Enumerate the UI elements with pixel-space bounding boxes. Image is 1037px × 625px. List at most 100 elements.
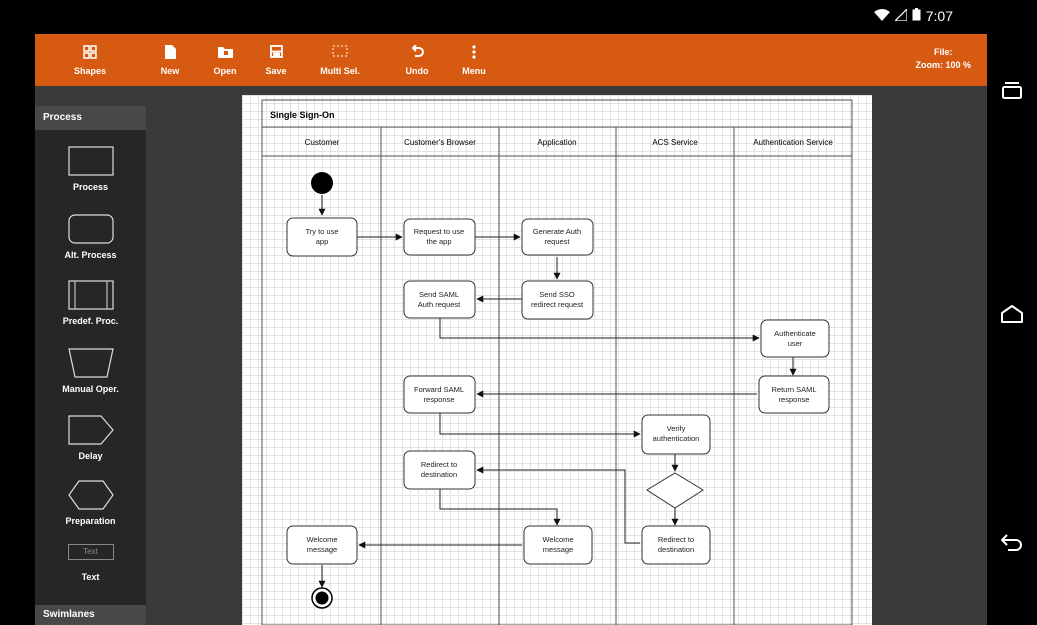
- folder-icon: [217, 45, 233, 61]
- node-label: response: [424, 395, 455, 404]
- signal-icon: [893, 7, 908, 24]
- end-node-inner: [315, 591, 329, 605]
- tablet-frame: 7:07 Shapes New Open Save Multi Sel. Und…: [0, 0, 1037, 625]
- section-header-process[interactable]: Process: [35, 106, 146, 130]
- open-button-label: Open: [213, 65, 237, 76]
- node-label: message: [543, 545, 573, 554]
- status-icons: 7:07: [873, 7, 953, 24]
- status-bar: 7:07: [35, 0, 987, 34]
- shape-alt-process[interactable]: Alt. Process: [35, 214, 146, 260]
- new-button[interactable]: New: [156, 34, 184, 86]
- alt-process-shape-icon: [67, 214, 114, 244]
- node-label: user: [788, 339, 803, 348]
- status-time: 7:07: [925, 8, 953, 24]
- shape-preparation[interactable]: Preparation: [35, 480, 146, 526]
- node-label: redirect request: [531, 300, 584, 309]
- lane-header-acs[interactable]: ACS Service: [652, 138, 698, 147]
- home-button[interactable]: [987, 304, 1037, 324]
- dashed-selection-icon: [332, 45, 348, 61]
- shape-label: Preparation: [65, 516, 116, 526]
- undo-button[interactable]: Undo: [401, 34, 433, 86]
- section-header-swimlanes[interactable]: Swimlanes: [35, 605, 146, 625]
- shape-predefined-process[interactable]: Predef. Proc.: [35, 280, 146, 326]
- undo-button-label: Undo: [405, 65, 429, 76]
- node-label: Try to use: [305, 227, 338, 236]
- process-shape-icon: [67, 146, 114, 176]
- decision-node[interactable]: [646, 472, 704, 509]
- start-node[interactable]: [311, 172, 333, 194]
- text-shape-icon: Text: [67, 544, 114, 560]
- menu-button-label: Menu: [462, 65, 486, 76]
- wifi-icon: [873, 8, 890, 24]
- node-label: request: [544, 237, 570, 246]
- app-screen: 7:07 Shapes New Open Save Multi Sel. Und…: [35, 0, 987, 625]
- menu-button[interactable]: Menu: [457, 34, 491, 86]
- predefined-process-shape-icon: [67, 280, 114, 310]
- diagram-canvas[interactable]: Single Sign-On Customer Customer's Brows…: [242, 95, 872, 625]
- node-label: Generate Auth: [533, 227, 581, 236]
- open-button[interactable]: Open: [209, 34, 241, 86]
- file-label: File:: [933, 47, 953, 57]
- save-button[interactable]: Save: [260, 34, 292, 86]
- shapes-button-label: Shapes: [73, 65, 106, 76]
- node-label: Request to use: [414, 227, 464, 236]
- file-info: File: Zoom: 100 %: [915, 46, 971, 72]
- recent-apps-button[interactable]: [987, 80, 1037, 102]
- new-file-icon: [164, 44, 176, 61]
- grid-icon: [83, 44, 97, 61]
- shape-label: Predef. Proc.: [62, 316, 119, 326]
- lane-header-customer[interactable]: Customer: [305, 138, 340, 147]
- node-label: Forward SAML: [414, 385, 464, 394]
- back-button[interactable]: [987, 532, 1037, 552]
- back-icon: [1001, 534, 1022, 551]
- node-label: Authenticate: [774, 329, 816, 338]
- diagram-title[interactable]: Single Sign-On: [270, 110, 335, 120]
- node-label: destination: [658, 545, 694, 554]
- shape-palette-panel: Process Process Alt. Process Predef. Pro…: [35, 106, 146, 625]
- shapes-button[interactable]: Shapes: [69, 34, 111, 86]
- drawing-workspace[interactable]: Single Sign-On Customer Customer's Brows…: [146, 86, 987, 625]
- shape-manual-operation[interactable]: Manual Oper.: [35, 348, 146, 394]
- node-label: Send SAML: [419, 290, 459, 299]
- delay-shape-icon: [67, 415, 114, 445]
- node-label: response: [779, 395, 810, 404]
- lane-header-application[interactable]: Application: [537, 138, 576, 147]
- shape-delay[interactable]: Delay: [35, 415, 146, 461]
- shape-label: Alt. Process: [64, 250, 117, 260]
- save-icon: [269, 44, 283, 61]
- home-icon: [1001, 305, 1023, 323]
- node-label: Welcome: [306, 535, 337, 544]
- drawing-page[interactable]: Single Sign-On Customer Customer's Brows…: [242, 95, 872, 625]
- lane-header-browser[interactable]: Customer's Browser: [404, 138, 476, 147]
- navigation-bar: [987, 0, 1037, 625]
- node-label: Return SAML: [771, 385, 816, 394]
- node-label: Auth request: [418, 300, 461, 309]
- undo-icon: [410, 43, 424, 61]
- shape-label: Process: [72, 182, 109, 192]
- battery-icon: [912, 8, 921, 24]
- new-button-label: New: [160, 65, 180, 76]
- node-label: Redirect to: [658, 535, 694, 544]
- toolbar: Shapes New Open Save Multi Sel. Undo Men…: [35, 34, 987, 86]
- node-label: authentication: [653, 434, 700, 443]
- node-label: Send SSO: [539, 290, 575, 299]
- node-label: Welcome: [542, 535, 573, 544]
- shape-label: Delay: [78, 451, 103, 461]
- recent-apps-icon: [1002, 82, 1022, 99]
- shape-text[interactable]: Text Text: [35, 544, 146, 582]
- connector: [439, 318, 760, 342]
- node-label: app: [316, 237, 329, 246]
- manual-operation-shape-icon: [67, 348, 114, 378]
- shape-process[interactable]: Process: [35, 146, 146, 192]
- node-label: the app: [426, 237, 451, 246]
- multi-select-button[interactable]: Multi Sel.: [315, 34, 365, 86]
- more-vert-icon: [472, 44, 476, 61]
- shape-label: Text: [81, 572, 100, 582]
- node-label: Verify: [667, 424, 686, 433]
- node-label: Redirect to: [421, 460, 457, 469]
- preparation-shape-icon: [67, 480, 114, 510]
- node-label: message: [307, 545, 337, 554]
- lane-header-authentication[interactable]: Authentication Service: [753, 138, 833, 147]
- save-button-label: Save: [265, 65, 287, 76]
- shape-palette: Process Process Alt. Process Predef. Pro…: [35, 86, 146, 625]
